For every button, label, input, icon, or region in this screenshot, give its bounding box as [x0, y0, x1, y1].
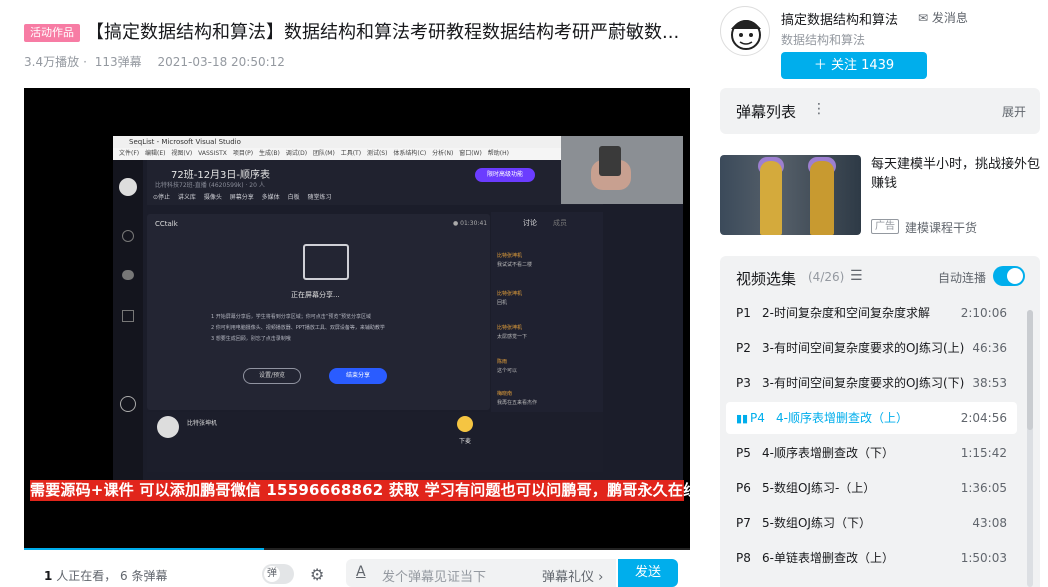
episode-title: 视频选集 [736, 270, 797, 288]
share-steps: 1 开始屏幕分享后，学生将看到分享区域；你可点击“预览”预览分享区域 2 你可利… [211, 314, 385, 342]
episode-count: (4/26) [808, 270, 845, 284]
episode-item-active[interactable]: ▮▮ P4 4-顺序表增删查改（上） 2:04:56 [726, 402, 1017, 434]
video-title: 【搞定数据结构和算法】数据结构和算法考研教程数据结构考研严蔚敏数... [86, 22, 680, 43]
playing-icon: ▮▮ [736, 412, 749, 425]
video-frame: SeqList - Microsoft Visual Studio 文件(F) … [113, 136, 683, 486]
app-name: CCtalk [155, 220, 178, 228]
teacher-name: 比特张坤机 [187, 420, 218, 427]
danmaku-list-title: 弹幕列表 [736, 103, 797, 121]
sharing-status: 正在屏幕分享... [291, 291, 340, 299]
preview-button: 设置/预览 [243, 368, 301, 384]
class-toolbar: ⊙停止 讲义库 摄像头 屏幕分享 多媒体 白板 随堂练习 [153, 194, 332, 201]
episode-item[interactable]: P6 5-数组OJ练习-（上） 1:36:05 [726, 472, 1017, 504]
class-title: 72班-12月3日-顺序表 [171, 170, 271, 181]
chat-list: 比特张坤机 我试试不看二楼 比特张坤机 回机 比特张坤机 太屌感觉一下 陈雨 这个可以 … [497, 253, 538, 406]
task-icon [122, 310, 134, 322]
ad-thumbnail[interactable] [720, 155, 861, 235]
autoplay-switch[interactable] [993, 266, 1025, 286]
activity-tag[interactable]: 活动作品 [24, 24, 80, 42]
webcam-overlay [561, 136, 683, 204]
list-icon[interactable]: ☰ [850, 268, 863, 284]
upgrade-badge: 限时高级功能 [475, 168, 535, 182]
danmaku-toggle[interactable]: 弹 [262, 564, 294, 584]
pen-icon [457, 416, 473, 432]
chat-panel: 比特张坤机 我试试不看二楼 比特张坤机 回机 比特张坤机 太屌感觉一下 陈雨 这个可以 … [491, 212, 603, 412]
avatar-face-icon [731, 20, 761, 50]
danmaku-placeholder: 发个弹幕见证当下 [382, 570, 487, 585]
screen-share-icon [303, 244, 349, 280]
danmaku-etiquette-link[interactable]: 弹幕礼仪 › [542, 566, 603, 585]
danmaku-count: 113弹幕 [94, 55, 142, 69]
tab-discuss: 讨论 [523, 219, 537, 227]
more-icon[interactable]: ⋮ [812, 101, 826, 117]
uploader-name[interactable]: 搞定数据结构和算法 [781, 9, 898, 28]
mail-icon: ✉ [918, 11, 929, 25]
episode-item[interactable]: P1 2-时间复杂度和空间复杂度求解 2:10:06 [726, 297, 1017, 329]
send-button[interactable]: 发送 [618, 559, 678, 587]
message-link[interactable]: ✉ 发消息 [918, 9, 968, 26]
expand-button[interactable]: 展开 [1002, 103, 1026, 120]
class-subtitle: 比特科技72班-直播 (4620599k) · 20 人 [155, 182, 265, 189]
danmaku-input[interactable]: A 发个弹幕见证当下 弹幕礼仪 › [346, 559, 616, 587]
episode-item[interactable]: P5 4-顺序表增删查改（下） 1:15:42 [726, 437, 1017, 469]
stats-icon [120, 396, 136, 412]
publish-date: 2021-03-18 20:50:12 [157, 55, 285, 69]
episode-item[interactable]: P2 3-有时间空间复杂度要求的OJ练习(上) 46:36 [726, 332, 1017, 364]
live-timer: ● 01:30:41 [453, 220, 488, 227]
video-meta: 3.4万播放 · 113弹幕 2021-03-18 20:50:12 [24, 55, 285, 69]
autoplay-label: 自动连播 [938, 271, 987, 285]
tab-members: 成员 [553, 219, 567, 227]
font-style-icon[interactable]: A [356, 564, 366, 580]
episode-item[interactable]: P7 5-数组OJ练习（下） 43:08 [726, 507, 1017, 539]
danmaku-toggle-label: 弹 [264, 566, 280, 582]
cctalk-sidebar [113, 160, 143, 486]
red-banner: 需要源码+课件 可以添加鹏哥微信 15596668862 获取 学习有问题也可以… [30, 480, 699, 501]
progress-bar[interactable] [24, 548, 690, 550]
ad-title[interactable]: 每天建模半小时，挑战接外包赚钱 [871, 155, 1045, 193]
end-share-button: 结束分享 [329, 368, 387, 384]
episode-scrollbar[interactable] [1027, 310, 1033, 587]
planet-icon [122, 230, 134, 242]
play-count: 3.4万播放 [24, 55, 80, 69]
uploader-desc: 数据结构和算法 [781, 33, 866, 47]
danmaku-list-header[interactable]: 弹幕列表 ⋮ 展开 [720, 88, 1040, 134]
follow-button[interactable]: ＋ 关注 1439 [781, 52, 927, 79]
episode-item[interactable]: P3 3-有时间空间复杂度要求的OJ练习(下) 38:53 [726, 367, 1017, 399]
chat-icon [122, 270, 134, 280]
teacher-avatar [157, 416, 179, 438]
danmaku-settings-icon[interactable]: ⚙ [310, 565, 324, 584]
pen-label: 下麦 [459, 438, 472, 445]
avatar [119, 178, 137, 196]
ad-badge: 广告 [871, 219, 899, 234]
phone [599, 146, 621, 176]
teacher-bar: 比特张坤机 下麦 [147, 412, 603, 472]
progress-fill [24, 548, 264, 550]
uploader-avatar[interactable] [720, 6, 770, 56]
episode-item[interactable]: P8 6-单链表增删查改（上） 1:50:03 [726, 542, 1017, 574]
ad-source[interactable]: 建模课程干货 [905, 219, 977, 236]
watching-info: 1 人正在看， 6 条弹幕 [44, 569, 168, 583]
